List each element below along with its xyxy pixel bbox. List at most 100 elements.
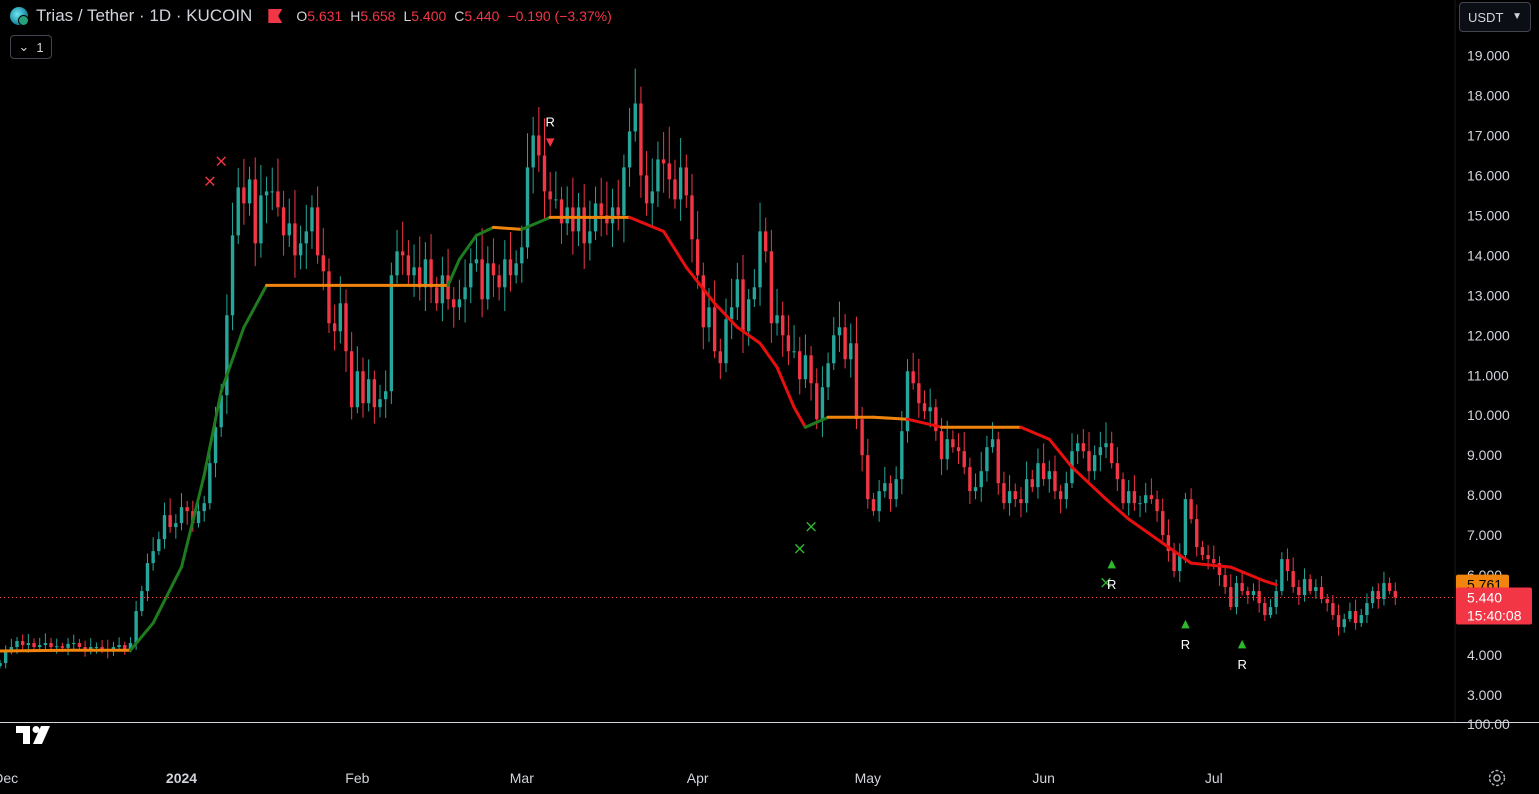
y-tick-label: 11.000 bbox=[1467, 367, 1509, 383]
indicators-toggle-button[interactable]: ⌄ 1 bbox=[10, 35, 52, 59]
candle-body bbox=[877, 491, 881, 512]
candle-body bbox=[837, 327, 842, 336]
candle-body bbox=[826, 363, 830, 388]
candle-body bbox=[758, 231, 762, 288]
candle-body bbox=[525, 167, 530, 248]
trend-line-segment bbox=[1104, 497, 1131, 521]
candle-body bbox=[764, 231, 768, 252]
trend-line-segment bbox=[474, 225, 495, 237]
candle-body bbox=[888, 483, 893, 500]
candle-body bbox=[230, 235, 235, 316]
candle-body bbox=[849, 343, 853, 360]
price-chart[interactable]: 19.00018.00017.00016.00015.00014.00013.0… bbox=[0, 0, 1539, 794]
candle-body bbox=[1138, 503, 1142, 505]
tradingview-logo-icon[interactable] bbox=[14, 724, 54, 746]
candle-body bbox=[293, 223, 297, 256]
candle-body bbox=[457, 299, 462, 308]
candle-body bbox=[917, 383, 921, 404]
candle-body bbox=[366, 379, 371, 404]
settings-gear-icon[interactable] bbox=[1487, 768, 1507, 788]
candle-body bbox=[435, 287, 439, 304]
currency-value: USDT bbox=[1468, 9, 1504, 25]
y-tick-label: 7.000 bbox=[1467, 527, 1502, 543]
candle-body bbox=[1053, 471, 1057, 492]
candle-body bbox=[1161, 511, 1165, 536]
candle-body bbox=[145, 563, 150, 592]
candle-body bbox=[843, 327, 847, 360]
candle-body bbox=[1393, 591, 1397, 598]
candle-body bbox=[1291, 571, 1295, 588]
candle-body bbox=[883, 483, 887, 492]
candle-body bbox=[1382, 583, 1386, 600]
candle-body bbox=[157, 539, 161, 552]
candle-body bbox=[1058, 491, 1063, 500]
signal-cross-marker: × bbox=[214, 151, 228, 171]
sell-arrow-marker: ▼ bbox=[546, 135, 555, 148]
candle-body bbox=[1007, 491, 1012, 504]
candle-body bbox=[690, 195, 694, 240]
candle-body bbox=[712, 307, 717, 352]
candle-body bbox=[270, 191, 274, 193]
candle-body bbox=[514, 263, 518, 276]
candle-body bbox=[894, 479, 898, 500]
candle-body bbox=[1297, 587, 1301, 596]
x-tick-label: Apr bbox=[687, 770, 709, 786]
candle-body bbox=[26, 643, 31, 646]
candle-body bbox=[746, 299, 751, 332]
candle-body bbox=[486, 263, 490, 300]
y-tick-label: 13.000 bbox=[1467, 287, 1510, 303]
candle-body bbox=[1325, 599, 1329, 604]
candle-body bbox=[554, 199, 558, 201]
candle-body bbox=[1183, 499, 1188, 556]
candle-body bbox=[406, 255, 411, 276]
candle-body bbox=[281, 207, 286, 236]
coin-logo-icon bbox=[10, 7, 29, 26]
chart-header: Trias / Tether · 1D · KUCOIN O5.631 H5.6… bbox=[10, 6, 620, 26]
candle-body bbox=[622, 167, 626, 216]
candle-body bbox=[1195, 519, 1199, 548]
candle-body bbox=[928, 407, 932, 412]
candle-body bbox=[174, 523, 178, 528]
y-tick-label: 14.000 bbox=[1467, 247, 1510, 263]
candle-body bbox=[32, 643, 36, 648]
candle-body bbox=[724, 319, 728, 364]
candle-body bbox=[298, 243, 303, 256]
reversal-label: R bbox=[1181, 637, 1190, 652]
candle-body bbox=[576, 207, 581, 232]
candle-body bbox=[1024, 479, 1029, 504]
y-tick-label: 9.000 bbox=[1467, 447, 1502, 463]
y-tick-label: 3.000 bbox=[1467, 687, 1502, 703]
ohlc-low: L5.400 bbox=[403, 8, 447, 24]
candle-body bbox=[809, 355, 813, 384]
reversal-label: R bbox=[545, 114, 554, 129]
candle-body bbox=[1348, 611, 1352, 620]
symbol-title[interactable]: Trias / Tether · 1D · KUCOIN bbox=[36, 6, 252, 26]
candle-body bbox=[253, 179, 257, 244]
candle-body bbox=[1013, 491, 1017, 500]
candle-body bbox=[707, 307, 711, 328]
candle-body bbox=[1280, 559, 1284, 592]
chevron-down-icon: ⌄ bbox=[18, 39, 30, 54]
candle-body bbox=[77, 643, 82, 648]
candle-body bbox=[20, 641, 25, 646]
currency-selector[interactable]: USDT ▼ bbox=[1459, 2, 1531, 32]
ohlc-change: −0.190 (−3.37%) bbox=[507, 8, 612, 24]
flag-icon[interactable] bbox=[268, 9, 283, 23]
candle-body bbox=[332, 323, 337, 332]
candle-body bbox=[66, 643, 70, 648]
trend-line-segment bbox=[758, 341, 779, 369]
candle-body bbox=[1036, 463, 1040, 488]
candle-body bbox=[55, 646, 59, 648]
trend-line-segment bbox=[128, 621, 155, 652]
candle-body bbox=[939, 431, 944, 460]
candle-body bbox=[480, 259, 484, 300]
candle-body bbox=[3, 651, 8, 664]
candle-body bbox=[695, 239, 700, 276]
candle-body bbox=[520, 247, 524, 264]
candle-body bbox=[537, 135, 541, 156]
candle-body bbox=[860, 419, 864, 456]
candle-body bbox=[1081, 443, 1086, 452]
candle-body bbox=[38, 645, 42, 648]
candle-body bbox=[1274, 591, 1278, 608]
chevron-down-icon: ▼ bbox=[1512, 11, 1522, 22]
